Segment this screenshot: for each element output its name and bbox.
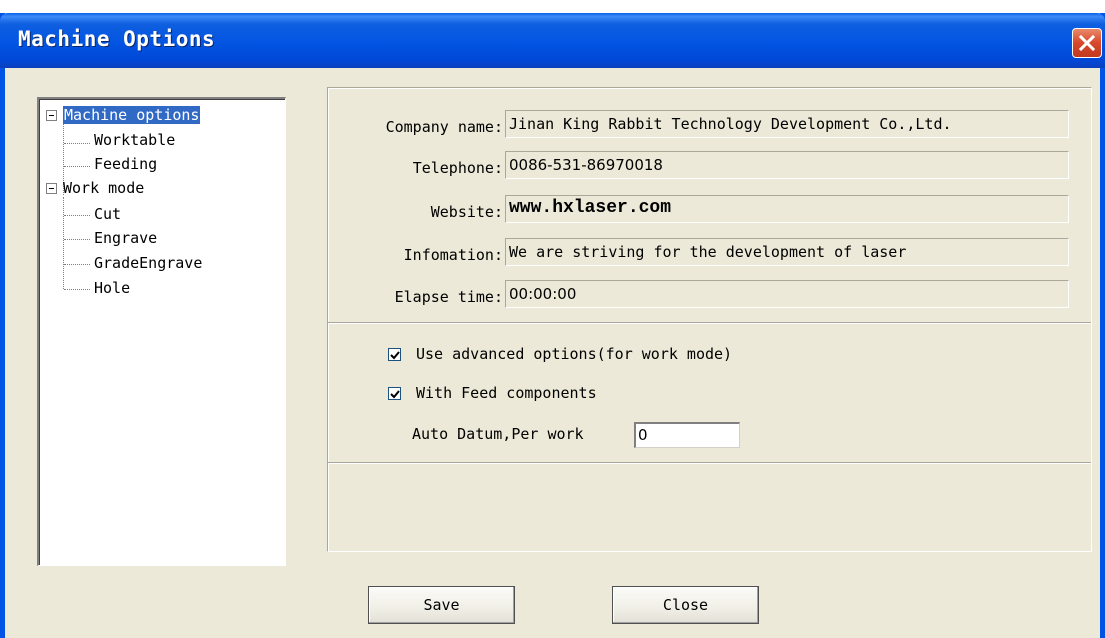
feed-components-checkbox[interactable] — [388, 387, 401, 400]
telephone-value: 0086-531-86970018 — [509, 156, 663, 174]
advanced-options-label[interactable]: Use advanced options(for work mode) — [416, 345, 732, 363]
options-tree[interactable]: Machine options Worktable Feeding Work m… — [37, 97, 286, 566]
tree-connector — [63, 197, 64, 289]
panel-separator — [328, 322, 1091, 324]
tree-connector — [64, 264, 90, 265]
tree-item-machine-options[interactable]: Machine options — [63, 106, 201, 124]
collapse-machine-options-icon[interactable] — [46, 110, 57, 121]
save-button[interactable]: Save — [368, 586, 515, 624]
tree-item-work-mode[interactable]: Work mode — [63, 179, 144, 197]
information-field: We are striving for the development of l… — [505, 238, 1069, 266]
window-title: Machine Options — [18, 27, 216, 51]
company-name-label: Company name: — [385, 118, 503, 136]
auto-datum-input[interactable]: 0 — [634, 422, 740, 448]
tree-item-worktable[interactable]: Worktable — [94, 131, 175, 149]
website-field: www.hxlaser.com — [505, 195, 1069, 223]
close-icon — [1079, 35, 1095, 51]
telephone-label: Telephone: — [412, 159, 503, 177]
information-value: We are striving for the development of l… — [509, 243, 907, 261]
telephone-field: 0086-531-86970018 — [505, 151, 1069, 179]
website-value: www.hxlaser.com — [509, 198, 672, 218]
elapse-time-value: 00:00:00 — [509, 285, 577, 303]
tree-connector — [64, 239, 90, 240]
auto-datum-label: Auto Datum,Per work — [412, 425, 584, 443]
information-label: Infomation: — [403, 246, 503, 264]
close-button[interactable]: Close — [612, 586, 759, 624]
advanced-options-checkbox[interactable] — [388, 348, 401, 361]
tree-connector — [64, 166, 90, 167]
elapse-time-field: 00:00:00 — [505, 280, 1069, 308]
feed-components-label[interactable]: With Feed components — [416, 384, 597, 402]
panel-separator — [328, 462, 1091, 464]
tree-item-cut[interactable]: Cut — [94, 205, 121, 223]
website-label: Website: — [430, 203, 503, 221]
tree-connector — [64, 215, 90, 216]
tree-item-hole[interactable]: Hole — [94, 279, 130, 297]
tree-item-feeding[interactable]: Feeding — [94, 155, 157, 173]
tree-item-engrave[interactable]: Engrave — [94, 229, 157, 247]
collapse-work-mode-icon[interactable] — [46, 183, 57, 194]
tree-item-gradeengrave[interactable]: GradeEngrave — [94, 254, 202, 272]
elapse-time-label: Elapse time: — [394, 288, 503, 306]
tree-connector — [64, 289, 90, 290]
tree-connector — [64, 143, 90, 144]
company-name-value: Jinan King Rabbit Technology Development… — [509, 115, 952, 133]
title-bar[interactable]: Machine Options — [0, 13, 1105, 68]
checkmark-icon — [390, 351, 400, 360]
checkmark-icon — [390, 390, 400, 399]
close-window-button[interactable] — [1072, 28, 1102, 58]
company-name-field: Jinan King Rabbit Technology Development… — [505, 110, 1069, 138]
